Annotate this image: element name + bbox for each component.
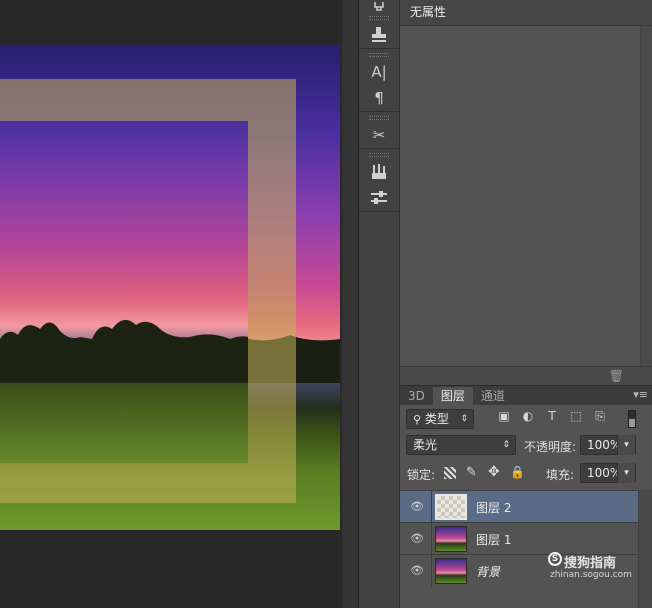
chevron-down-icon[interactable]: ▾ bbox=[617, 435, 635, 455]
canvas-scroll-strip[interactable] bbox=[342, 0, 358, 608]
opacity-field[interactable]: 100% ▾ bbox=[580, 435, 636, 455]
visibility-eye-icon[interactable]: 👁 bbox=[409, 564, 425, 577]
filter-icons: ▣ ◐ T ⬚ ⎘ bbox=[496, 409, 608, 424]
adjustment-filter-icon[interactable]: ◐ bbox=[520, 409, 536, 424]
layer-name[interactable]: 图层 2 bbox=[476, 499, 511, 516]
tools-icon[interactable]: ✂ bbox=[359, 122, 399, 148]
history-brush-icon[interactable] bbox=[359, 0, 399, 16]
fill-field[interactable]: 100% ▾ bbox=[580, 463, 636, 483]
properties-title: 无属性 bbox=[400, 0, 652, 26]
search-icon: ⚲ bbox=[413, 413, 422, 426]
smart-object-filter-icon[interactable]: ⎘ bbox=[592, 409, 608, 424]
character-icon[interactable]: A| bbox=[359, 59, 399, 85]
watermark-url: zhinan.sogou.com bbox=[550, 570, 632, 580]
trash-icon[interactable]: 🗑 bbox=[609, 369, 624, 383]
tab-channels[interactable]: 通道 bbox=[473, 387, 513, 405]
layers-scrollbar[interactable] bbox=[638, 490, 652, 608]
filter-kind-select[interactable]: ⚲ 类型 ⇕ bbox=[406, 409, 474, 429]
layer-row[interactable]: 👁 图层 2 bbox=[400, 490, 638, 523]
type-filter-icon[interactable]: T bbox=[544, 409, 560, 424]
eye-divider bbox=[431, 555, 432, 587]
paragraph-icon[interactable]: ¶ bbox=[359, 85, 399, 111]
layer-thumbnail bbox=[435, 494, 467, 520]
lock-all-icon[interactable]: 🔒 bbox=[510, 465, 525, 479]
tool-group-3: ✂ bbox=[359, 112, 399, 149]
filter-toggle[interactable] bbox=[628, 410, 636, 428]
chevron-down-icon[interactable]: ▾ bbox=[617, 463, 635, 483]
filter-kind-label: 类型 bbox=[424, 412, 449, 426]
chevron-updown-icon: ⇕ bbox=[460, 414, 468, 424]
lock-image-icon[interactable]: ✎ bbox=[466, 465, 477, 480]
canvas-area[interactable] bbox=[0, 0, 358, 608]
lock-label: 锁定: bbox=[407, 468, 436, 482]
tab-3d[interactable]: 3D bbox=[400, 387, 433, 405]
panel-menu-icon[interactable]: ▾≡ bbox=[633, 388, 648, 401]
document-image[interactable] bbox=[0, 45, 340, 530]
visibility-eye-icon[interactable]: 👁 bbox=[409, 500, 425, 513]
adjustments-icon[interactable] bbox=[359, 185, 399, 211]
layer-thumbnail bbox=[435, 558, 467, 584]
layer-name[interactable]: 图层 1 bbox=[476, 531, 511, 548]
tool-group-4 bbox=[359, 149, 399, 212]
blend-mode-select[interactable]: 柔光 ⇕ bbox=[406, 435, 516, 455]
clone-stamp-icon[interactable] bbox=[359, 22, 399, 48]
eye-divider bbox=[431, 491, 432, 523]
dock-grip[interactable] bbox=[369, 153, 389, 157]
panel-dock-column: A| ¶ ✂ bbox=[358, 0, 400, 608]
dock-grip[interactable] bbox=[369, 116, 389, 120]
chevron-updown-icon: ⇕ bbox=[502, 440, 510, 450]
blend-mode-value: 柔光 bbox=[413, 438, 438, 452]
dock-grip[interactable] bbox=[369, 16, 389, 20]
eye-divider bbox=[431, 523, 432, 555]
inner-photo-window bbox=[0, 121, 248, 463]
sogou-logo-icon: S bbox=[548, 552, 562, 566]
watermark: S 搜狗指南 zhinan.sogou.com bbox=[546, 550, 636, 584]
properties-panel: 无属性 🗑 bbox=[400, 0, 652, 385]
lock-transparent-icon[interactable] bbox=[444, 467, 456, 479]
tab-layers[interactable]: 图层 bbox=[432, 387, 473, 405]
tool-group-2: A| ¶ bbox=[359, 49, 399, 112]
layer-name[interactable]: 背景 bbox=[476, 563, 500, 580]
dock-grip[interactable] bbox=[369, 53, 389, 57]
filter-row: ⚲ 类型 ⇕ ▣ ◐ T ⬚ ⎘ bbox=[400, 409, 652, 431]
lock-position-icon[interactable]: ✥ bbox=[488, 464, 500, 480]
tool-group-1 bbox=[359, 0, 399, 49]
lock-row: 锁定: ✎ ✥ 🔒 填充: 100% ▾ bbox=[400, 463, 652, 485]
opacity-label: 不透明度: bbox=[524, 440, 577, 454]
watermark-brand: 搜狗指南 bbox=[564, 556, 617, 571]
visibility-eye-icon[interactable]: 👁 bbox=[409, 532, 425, 545]
pixel-filter-icon[interactable]: ▣ bbox=[496, 409, 512, 424]
panel-tabbar: 3D 图层 通道 ▾≡ bbox=[400, 386, 652, 405]
properties-body bbox=[400, 26, 640, 366]
brush-presets-icon[interactable] bbox=[359, 159, 399, 185]
inner-treeline bbox=[0, 319, 248, 383]
properties-footer: 🗑 bbox=[400, 366, 652, 385]
blend-row: 柔光 ⇕ 不透明度: 100% ▾ bbox=[400, 435, 652, 457]
fill-label: 填充: bbox=[546, 468, 575, 482]
properties-scrollbar[interactable] bbox=[640, 26, 652, 366]
shape-filter-icon[interactable]: ⬚ bbox=[568, 409, 584, 424]
layer-thumbnail bbox=[435, 526, 467, 552]
